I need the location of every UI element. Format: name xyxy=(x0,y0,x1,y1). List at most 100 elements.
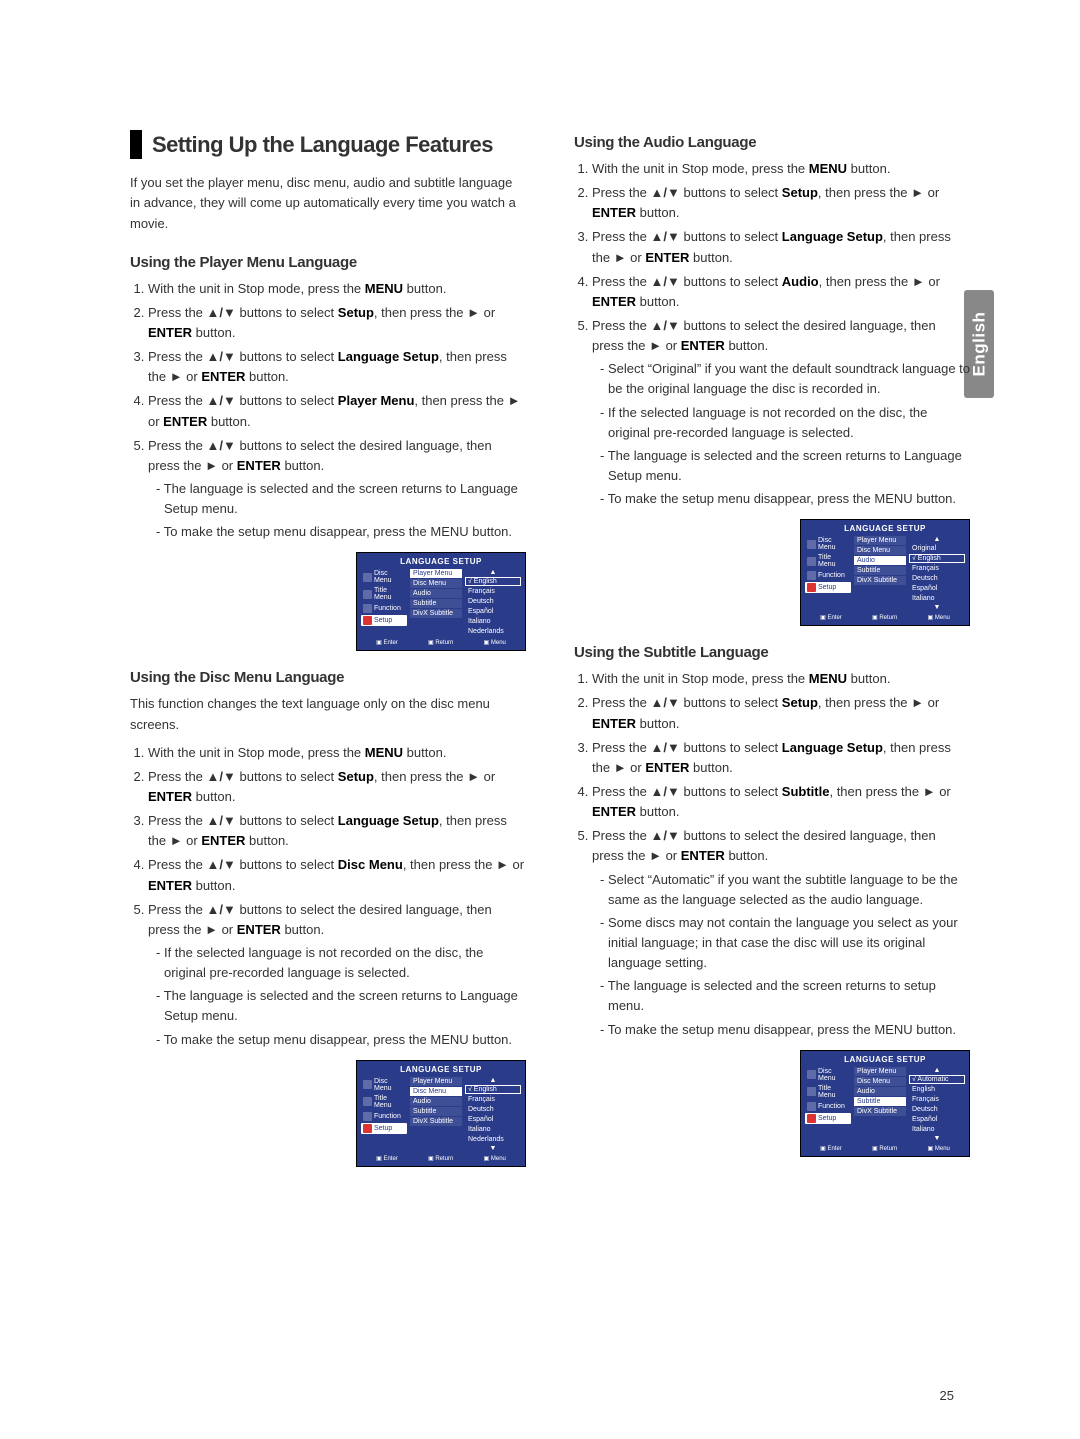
osd-foot-hint: Return xyxy=(428,1155,453,1162)
page-number: 25 xyxy=(940,1388,954,1403)
step-item: Press the ▲/▼ buttons to select Setup, t… xyxy=(592,183,970,223)
osd-menu-item: Audio xyxy=(410,1097,462,1106)
osd-option: Español xyxy=(909,584,965,593)
osd-option: √ Automatic xyxy=(909,1075,965,1084)
osd-nav-item: Function xyxy=(805,1101,851,1112)
osd-screenshot-disc-menu: LANGUAGE SETUPDisc MenuTitle MenuFunctio… xyxy=(356,1060,526,1167)
step-item: Press the ▲/▼ buttons to select Setup, t… xyxy=(148,767,526,807)
osd-menu-item: Disc Menu xyxy=(410,579,462,588)
right-column: Using the Audio Language With the unit i… xyxy=(574,130,970,1185)
osd-nav-item: Function xyxy=(361,1111,407,1122)
step-note: Some discs may not contain the language … xyxy=(600,913,970,973)
nav-icon xyxy=(807,1102,816,1111)
osd-screenshot-audio: LANGUAGE SETUPDisc MenuTitle MenuFunctio… xyxy=(800,519,970,626)
osd-nav-item: Title Menu xyxy=(805,553,851,569)
subheading-disc-menu: Using the Disc Menu Language xyxy=(130,669,526,686)
osd-foot-hint: Return xyxy=(428,639,453,646)
step-note: The language is selected and the screen … xyxy=(600,976,970,1016)
osd-menu-item: Audio xyxy=(854,1087,906,1096)
step-note: To make the setup menu disappear, press … xyxy=(156,1030,526,1050)
osd-menu-item: Subtitle xyxy=(854,566,906,575)
steps-audio: With the unit in Stop mode, press the ME… xyxy=(574,159,970,509)
osd-foot-hint: Menu xyxy=(484,1155,506,1162)
osd-option: Nederlands xyxy=(465,1135,521,1144)
step-item: Press the ▲/▼ buttons to select the desi… xyxy=(592,316,970,509)
osd-nav-item: Disc Menu xyxy=(361,1077,407,1093)
osd-nav-item: Setup xyxy=(361,615,407,626)
manual-page: Setting Up the Language Features If you … xyxy=(0,0,1080,1245)
osd-option: Original xyxy=(909,544,965,553)
osd-foot-hint: Menu xyxy=(484,639,506,646)
osd-menu-item: Player Menu xyxy=(854,536,906,545)
nav-icon xyxy=(807,1114,816,1123)
osd-nav-item: Title Menu xyxy=(361,1094,407,1110)
osd-title: LANGUAGE SETUP xyxy=(361,557,521,566)
step-note: If the selected language is not recorded… xyxy=(600,403,970,443)
step-note: To make the setup menu disappear, press … xyxy=(156,522,526,542)
step-item: Press the ▲/▼ buttons to select Language… xyxy=(592,738,970,778)
osd-menu-item: DivX Subtitle xyxy=(854,576,906,585)
disc-menu-lead: This function changes the text language … xyxy=(130,694,526,734)
osd-menu-item: Player Menu xyxy=(410,1077,462,1086)
osd-menu-item: Audio xyxy=(410,589,462,598)
osd-option: √ English xyxy=(909,554,965,563)
intro-text: If you set the player menu, disc menu, a… xyxy=(130,173,526,233)
step-item: Press the ▲/▼ buttons to select Audio, t… xyxy=(592,272,970,312)
osd-nav-item: Setup xyxy=(361,1123,407,1134)
osd-foot-hint: Enter xyxy=(376,639,398,646)
osd-menu-item: Audio xyxy=(854,556,906,565)
left-column: Setting Up the Language Features If you … xyxy=(130,130,526,1185)
subheading-player-menu: Using the Player Menu Language xyxy=(130,254,526,271)
osd-menu-item: Disc Menu xyxy=(410,1087,462,1096)
scroll-up-icon: ▲ xyxy=(909,1067,965,1074)
nav-icon xyxy=(363,1112,372,1121)
osd-option: Italiano xyxy=(465,617,521,626)
nav-icon xyxy=(363,590,372,599)
osd-option: Français xyxy=(465,1095,521,1104)
nav-icon xyxy=(807,1087,816,1096)
step-item: Press the ▲/▼ buttons to select Player M… xyxy=(148,391,526,431)
step-item: Press the ▲/▼ buttons to select the desi… xyxy=(148,900,526,1050)
step-note: Select “Automatic” if you want the subti… xyxy=(600,870,970,910)
osd-foot-hint: Enter xyxy=(820,1145,842,1152)
osd-menu-item: Subtitle xyxy=(410,599,462,608)
osd-option: Italiano xyxy=(465,1125,521,1134)
step-item: Press the ▲/▼ buttons to select Language… xyxy=(148,347,526,387)
step-item: Press the ▲/▼ buttons to select Language… xyxy=(592,227,970,267)
osd-menu-item: Player Menu xyxy=(410,569,462,578)
osd-menu-item: Disc Menu xyxy=(854,1077,906,1086)
osd-menu-item: DivX Subtitle xyxy=(410,609,462,618)
step-note: The language is selected and the screen … xyxy=(156,479,526,519)
osd-menu-item: Player Menu xyxy=(854,1067,906,1076)
step-item: With the unit in Stop mode, press the ME… xyxy=(592,669,970,689)
osd-nav-item: Disc Menu xyxy=(361,569,407,585)
scroll-up-icon: ▲ xyxy=(465,569,521,576)
osd-title: LANGUAGE SETUP xyxy=(805,1055,965,1064)
osd-foot-hint: Return xyxy=(872,1145,897,1152)
step-item: Press the ▲/▼ buttons to select Setup, t… xyxy=(148,303,526,343)
step-note: To make the setup menu disappear, press … xyxy=(600,1020,970,1040)
osd-option: Español xyxy=(465,607,521,616)
osd-foot-hint: Return xyxy=(872,614,897,621)
osd-option: Français xyxy=(465,587,521,596)
nav-icon xyxy=(807,583,816,592)
step-item: Press the ▲/▼ buttons to select Setup, t… xyxy=(592,693,970,733)
scroll-down-icon: ▼ xyxy=(465,1145,521,1152)
nav-icon xyxy=(363,1124,372,1133)
nav-icon xyxy=(363,604,372,613)
osd-option: Deutsch xyxy=(465,1105,521,1114)
osd-foot-hint: Menu xyxy=(928,1145,950,1152)
steps-subtitle: With the unit in Stop mode, press the ME… xyxy=(574,669,970,1039)
section-title: Setting Up the Language Features xyxy=(130,130,526,159)
osd-foot-hint: Enter xyxy=(376,1155,398,1162)
osd-option: Español xyxy=(465,1115,521,1124)
osd-menu-item: Subtitle xyxy=(854,1097,906,1106)
osd-foot-hint: Enter xyxy=(820,614,842,621)
nav-icon xyxy=(363,573,372,582)
scroll-up-icon: ▲ xyxy=(909,536,965,543)
nav-icon xyxy=(807,557,816,566)
osd-menu-item: DivX Subtitle xyxy=(410,1117,462,1126)
osd-option: Nederlands xyxy=(465,627,521,636)
nav-icon xyxy=(363,616,372,625)
osd-nav-item: Function xyxy=(361,603,407,614)
